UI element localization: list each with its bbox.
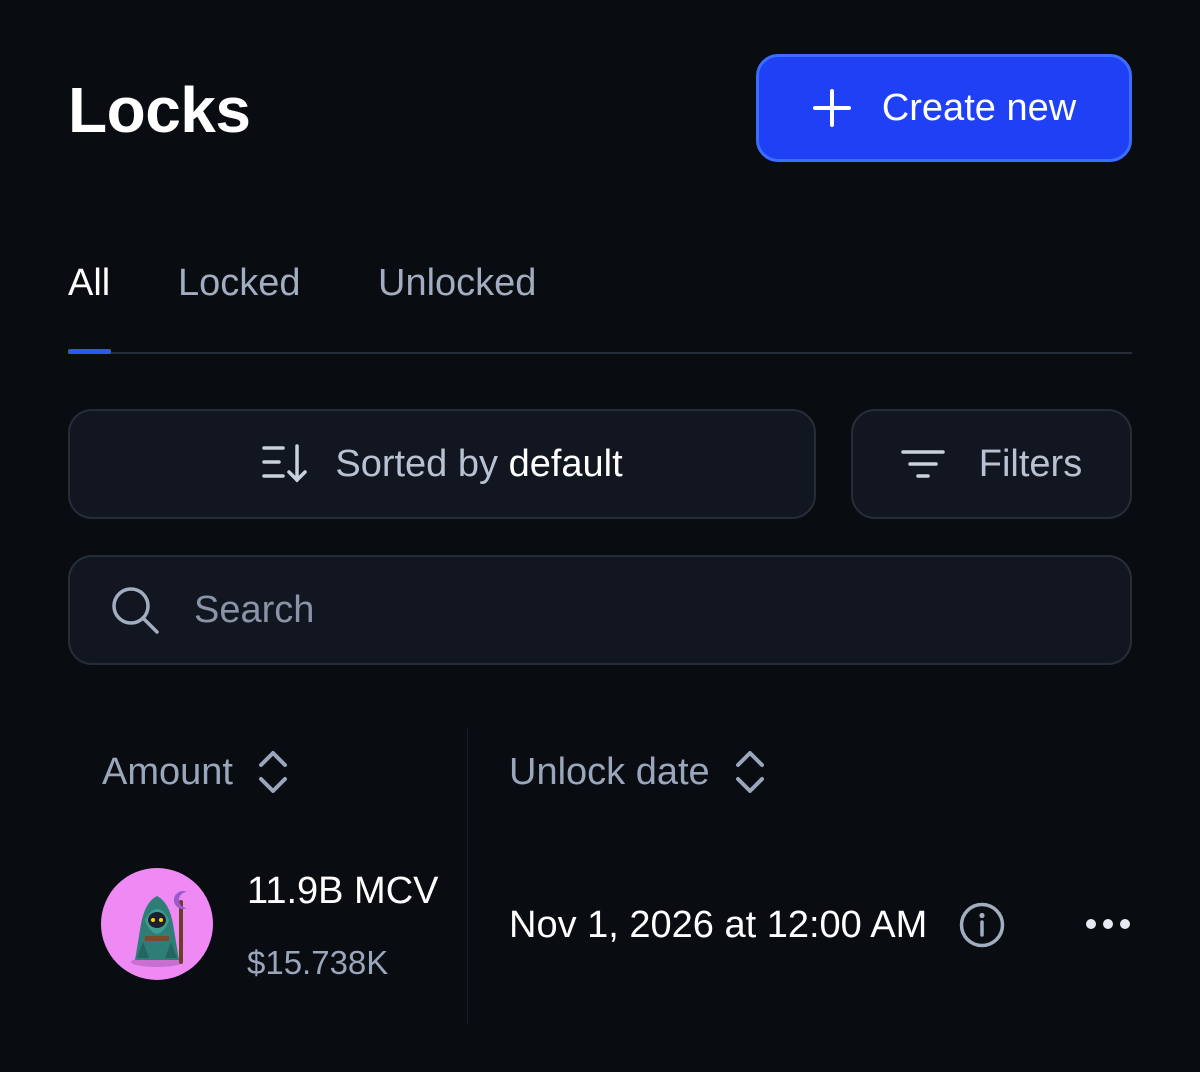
info-icon[interactable] <box>959 902 1005 948</box>
sort-label: Sorted by default <box>335 443 622 486</box>
search-field[interactable] <box>68 555 1132 665</box>
unlock-date-column-header[interactable]: Unlock date <box>509 748 766 796</box>
tab-locked[interactable]: Locked <box>178 260 301 306</box>
filter-icon <box>901 450 945 478</box>
amount-column-header[interactable]: Amount <box>102 748 289 796</box>
page-title: Locks <box>68 74 251 146</box>
create-new-label: Create new <box>881 86 1077 129</box>
active-tab-indicator <box>68 349 111 354</box>
tab-unlocked[interactable]: Unlocked <box>378 260 536 306</box>
token-avatar <box>101 868 213 980</box>
unlock-date-header-label: Unlock date <box>509 751 710 793</box>
more-icon[interactable] <box>1082 910 1134 938</box>
sort-prefix: Sorted by <box>335 442 498 485</box>
unlock-date: Nov 1, 2026 at 12:00 AM <box>509 904 928 946</box>
filters-button[interactable]: Filters <box>851 409 1132 519</box>
tab-bar: All Locked Unlocked <box>68 252 1132 354</box>
wizard-token-icon <box>131 891 187 967</box>
search-input[interactable] <box>192 587 1076 633</box>
amount-header-label: Amount <box>102 751 233 793</box>
plus-icon <box>812 89 851 127</box>
search-icon <box>112 587 159 634</box>
create-new-button[interactable]: Create new <box>756 54 1132 162</box>
column-divider <box>467 728 468 1024</box>
sort-updown-icon <box>735 751 764 793</box>
sort-descending-icon <box>262 444 308 483</box>
lock-usd-value: $15.738K <box>247 944 389 981</box>
sort-updown-icon <box>258 751 287 793</box>
filters-label: Filters <box>978 442 1083 485</box>
sort-value: default <box>508 442 623 485</box>
lock-amount: 11.9B MCV <box>247 870 439 912</box>
tab-all[interactable]: All <box>68 260 110 306</box>
sort-button[interactable]: Sorted by default <box>68 409 816 519</box>
